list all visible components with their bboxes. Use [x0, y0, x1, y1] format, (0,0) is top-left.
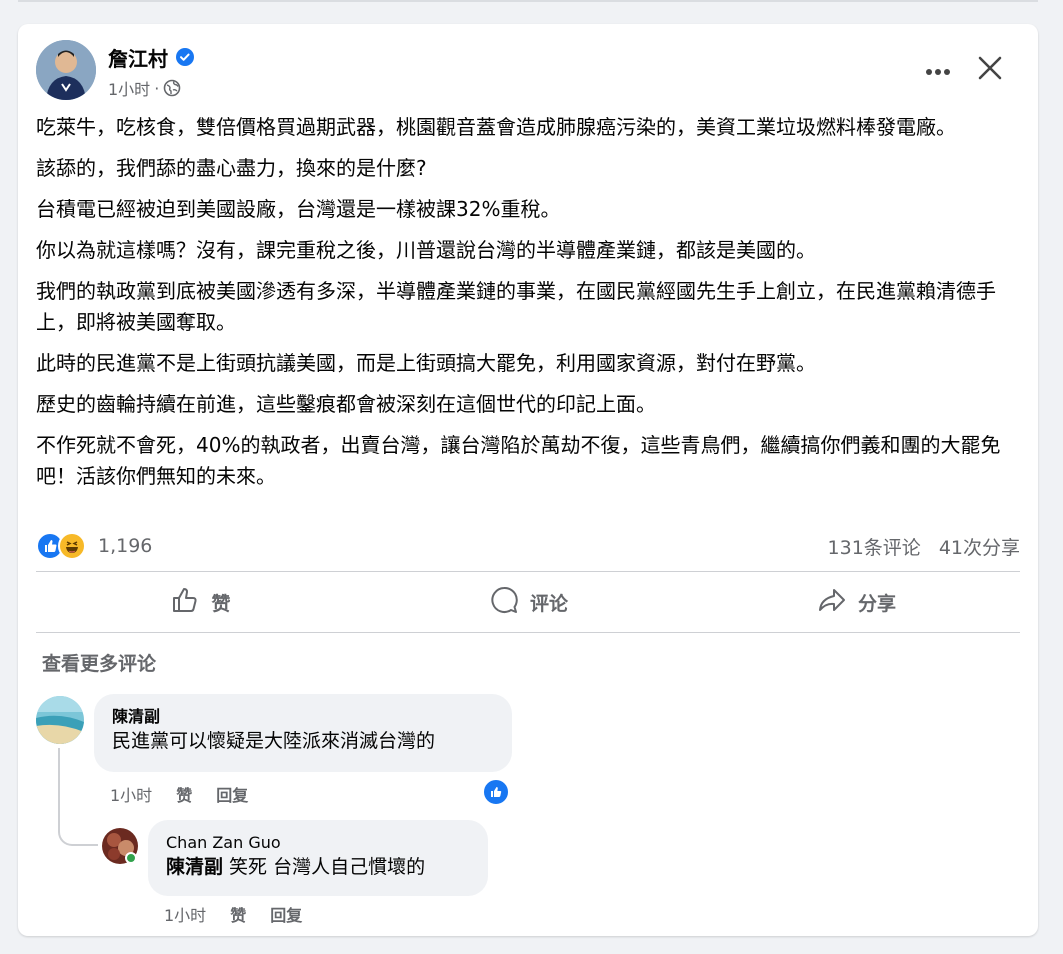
author-avatar[interactable]	[36, 40, 96, 100]
author-name[interactable]: 詹江村	[108, 43, 168, 72]
view-more-comments-link[interactable]: 查看更多评论	[42, 649, 156, 676]
comment-count-link[interactable]: 131条评论	[828, 533, 921, 560]
comment-bubble: 陳清副 民進黨可以懷疑是大陸派來消滅台灣的	[94, 694, 512, 772]
share-count-link[interactable]: 41次分享	[939, 533, 1020, 560]
comment-time[interactable]: 1小时	[164, 902, 206, 926]
comment-icon	[488, 584, 520, 621]
share-button[interactable]: 分享	[692, 574, 1020, 630]
close-button[interactable]	[970, 50, 1010, 90]
verified-icon	[176, 48, 194, 66]
comment-actions: 1小时 赞 回复	[164, 902, 302, 926]
comment-reply-button[interactable]: 回复	[216, 782, 248, 806]
more-options-button[interactable]	[920, 52, 956, 88]
share-label: 分享	[857, 592, 896, 615]
online-status-icon	[125, 852, 137, 864]
comment-body: 笑死 台灣人自己慣壞的	[223, 856, 426, 878]
comment-button[interactable]: 评论	[364, 574, 692, 630]
post-paragraph: 歷史的齒輪持續在前進，這些鑿痕都會被深刻在這個世代的印記上面。	[36, 392, 656, 416]
comment-text: 陳清副 笑死 台灣人自己慣壞的	[166, 854, 470, 880]
globe-icon[interactable]	[163, 79, 181, 97]
comment-like-button[interactable]: 赞	[230, 902, 246, 926]
post-body: 吃萊牛，吃核食，雙倍價格買過期武器，桃園觀音蓋會造成肺腺癌污染的，美資工業垃圾燃…	[36, 112, 1026, 502]
comment-bubble: Chan Zan Guo 陳清副 笑死 台灣人自己慣壞的	[148, 820, 488, 896]
post-paragraph: 台積電已經被迫到美國設廠，台灣還是一樣被課32%重稅。	[36, 197, 561, 221]
comment-actions: 1小时 赞 回复	[110, 782, 248, 806]
reply-thread-line	[58, 748, 98, 846]
post-paragraph: 該舔的，我們舔的盡心盡力，換來的是什麼?	[36, 156, 427, 180]
comment-like-icon[interactable]	[482, 778, 510, 806]
comment-text: 民進黨可以懷疑是大陸派來消滅台灣的	[112, 730, 436, 752]
post-card: 詹江村 1小时 · 吃萊牛，吃核食，雙倍價格買過期武器，桃園觀音蓋會造成肺腺癌污…	[18, 24, 1038, 936]
share-icon	[816, 584, 848, 621]
comment-time[interactable]: 1小时	[110, 782, 152, 806]
post-paragraph: 不作死就不會死，40%的執政者，出賣台灣，讓台灣陷於萬劫不復，這些青鳥們，繼續搞…	[36, 433, 1001, 488]
haha-reaction-icon	[58, 532, 86, 560]
more-icon	[925, 61, 951, 80]
reaction-count: 1,196	[98, 535, 153, 557]
comment-reply-button[interactable]: 回复	[270, 902, 302, 926]
commenter-avatar[interactable]	[36, 696, 84, 744]
meta-separator: ·	[154, 78, 160, 98]
previous-card-edge	[18, 0, 1038, 2]
post-stats: 1,196 131条评论 41次分享	[36, 529, 1020, 563]
post-paragraph: 我們的執政黨到底被美國滲透有多深，半導體產業鏈的事業，在國民黨經國先生手上創立，…	[36, 279, 996, 334]
comment-author[interactable]: Chan Zan Guo	[166, 832, 470, 854]
close-icon	[978, 56, 1002, 84]
post-actions: 赞 评论 分享	[36, 574, 1020, 630]
post-paragraph: 此時的民進黨不是上街頭抗議美國，而是上街頭搞大罷免，利用國家資源，對付在野黨。	[36, 351, 816, 375]
post-paragraph: 你以為就這樣嗎？沒有，課完重稅之後，川普還說台灣的半導體產業鏈，都該是美國的。	[36, 238, 816, 262]
post-time[interactable]: 1小时	[108, 76, 150, 100]
comment-author[interactable]: 陳清副	[112, 706, 494, 728]
like-button[interactable]: 赞	[36, 574, 364, 630]
like-icon	[169, 584, 201, 621]
post-paragraph: 吃萊牛，吃核食，雙倍價格買過期武器，桃園觀音蓋會造成肺腺癌污染的，美資工業垃圾燃…	[36, 115, 956, 139]
like-label: 赞	[211, 592, 231, 615]
comment-like-button[interactable]: 赞	[176, 782, 192, 806]
divider	[36, 571, 1020, 572]
reactions-summary[interactable]: 1,196	[36, 532, 152, 560]
divider	[36, 632, 1020, 633]
comment-mention[interactable]: 陳清副	[166, 856, 223, 878]
comment-label: 评论	[529, 592, 568, 615]
